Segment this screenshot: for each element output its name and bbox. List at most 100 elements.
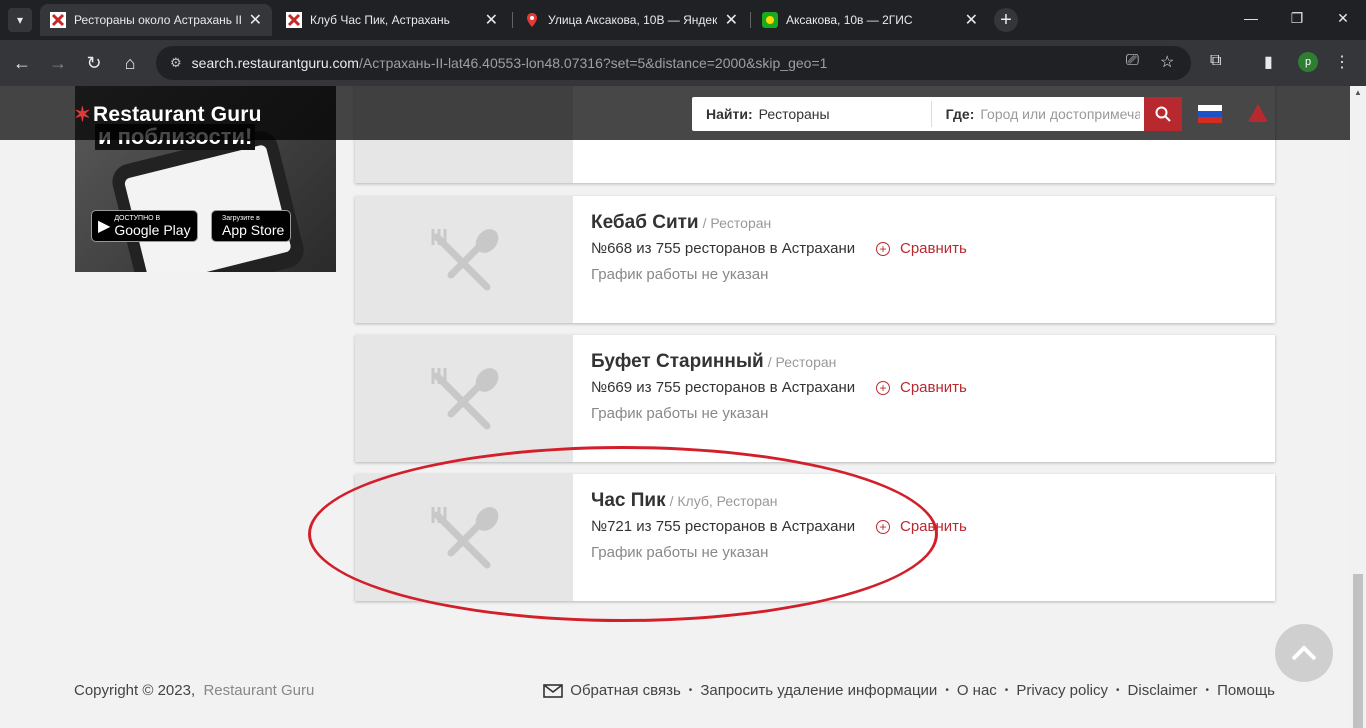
tab-search-button[interactable]: ▾: [8, 8, 32, 32]
app-store-button[interactable]: Загрузите в App Store: [211, 210, 292, 242]
restaurant-type: / Клуб, Ресторан: [669, 493, 778, 509]
copyright: Copyright © 2023, Restaurant Guru: [74, 682, 314, 699]
restaurant-name[interactable]: Буфет Старинный: [591, 351, 764, 372]
restaurant-info: Час Пик / Клуб, Ресторан №721 из 755 рест…: [591, 490, 855, 561]
home-icon[interactable]: ⌂: [120, 53, 140, 73]
restaurant-hours: График работы не указан: [591, 266, 769, 283]
restaurant-rank: №669 из 755 ресторанов в Астрахани: [591, 379, 856, 396]
close-icon[interactable]: ✕: [249, 10, 262, 30]
where-input[interactable]: Город или достопримечательность: [980, 97, 1140, 131]
search-button[interactable]: [1144, 97, 1182, 131]
restaurant-rank: №668 из 755 ресторанов в Астрахани: [591, 240, 856, 257]
apple-big-text: App Store: [222, 221, 285, 238]
extensions-icon[interactable]: ⧉: [1210, 52, 1221, 70]
compare-button[interactable]: + Сравнить: [876, 518, 967, 535]
logo-text: Restaurant Guru: [92, 102, 262, 126]
restaurant-type: / Ресторан: [767, 354, 837, 370]
plus-circle-icon: +: [876, 241, 890, 256]
logo-star-icon: ✶: [74, 104, 91, 126]
tab-restaurants[interactable]: Рестораны около Астрахань II ✕: [40, 4, 272, 36]
reload-icon[interactable]: ↻: [84, 53, 104, 73]
page-scrollbar[interactable]: ▲: [1350, 86, 1366, 728]
restaurant-guru-favicon-icon: [50, 12, 66, 28]
close-icon[interactable]: ✕: [725, 10, 738, 30]
compare-button[interactable]: + Сравнить: [876, 240, 967, 257]
where-label: Где:: [945, 106, 975, 122]
site-logo[interactable]: ✶ Restaurant Guru: [74, 102, 262, 127]
tab-title: Клуб Час Пик, Астрахань: [310, 13, 450, 27]
bookmark-star-icon[interactable]: ☆: [1160, 52, 1174, 72]
close-icon[interactable]: ✕: [965, 10, 978, 30]
google-big-text: Google Play: [114, 221, 191, 238]
compare-label: Сравнить: [900, 240, 967, 257]
site-info-icon[interactable]: ⚙: [170, 55, 182, 71]
restaurant-card[interactable]: Кебаб Сити / Ресторан №668 из 755 рестора…: [355, 196, 1275, 323]
minimize-button[interactable]: —: [1228, 10, 1274, 26]
find-input[interactable]: Рестораны: [759, 97, 931, 131]
language-flag-icon[interactable]: [1198, 105, 1222, 123]
close-icon[interactable]: ✕: [485, 10, 498, 30]
new-tab-button[interactable]: +: [994, 8, 1018, 32]
chevron-up-icon: [1291, 645, 1317, 661]
page-viewport: и поблизости! ▶ ДОСТУПНО ВGoogle Play За…: [0, 86, 1366, 728]
browser-toolbar: ← → ↻ ⌂ ⚙ search.restaurantguru.com/Астр…: [0, 40, 1366, 86]
tab-title: Улица Аксакова, 10В — Яндекс: [548, 13, 717, 27]
tab-2gis[interactable]: Аксакова, 10в — 2ГИС ✕: [752, 4, 988, 36]
map-pin-icon: [527, 13, 537, 27]
restaurant-image-placeholder: [355, 335, 573, 462]
tab-separator: [512, 12, 513, 28]
tab-separator: [750, 12, 751, 28]
browser-chrome: ▾ Рестораны около Астрахань II ✕ Клуб Ча…: [0, 0, 1366, 86]
scrollbar-thumb[interactable]: [1353, 574, 1363, 728]
help-link[interactable]: Помощь: [1217, 682, 1275, 699]
restaurant-info: Буфет Старинный / Ресторан №669 из 755 ре…: [591, 351, 855, 422]
search-icon: [1155, 106, 1171, 122]
search-form: Найти: Рестораны Где: Город или достопри…: [692, 97, 1182, 131]
sidebar-icon[interactable]: ▮: [1264, 52, 1273, 72]
forward-icon[interactable]: →: [48, 53, 68, 73]
fork-knife-icon: [431, 367, 499, 429]
scroll-to-top-button[interactable]: [1275, 624, 1333, 682]
site-footer: Copyright © 2023, Restaurant Guru Обратн…: [0, 680, 1350, 704]
restaurant-name[interactable]: Кебаб Сити: [591, 212, 699, 233]
2gis-favicon-icon: [762, 12, 778, 28]
restaurant-guru-favicon-icon: [286, 12, 302, 28]
about-link[interactable]: О нас: [957, 682, 997, 699]
restore-button[interactable]: ❐: [1274, 10, 1320, 27]
fork-knife-icon: [431, 506, 499, 568]
restaurant-info: Кебаб Сити / Ресторан №668 из 755 рестора…: [591, 212, 855, 283]
restaurant-hours: График работы не указан: [591, 544, 769, 561]
fork-knife-icon: [431, 228, 499, 290]
tab-club[interactable]: Клуб Час Пик, Астрахань ✕: [276, 4, 508, 36]
tab-title: Аксакова, 10в — 2ГИС: [786, 13, 913, 27]
restaurant-image-placeholder: [355, 474, 573, 601]
tab-yandex[interactable]: Улица Аксакова, 10В — Яндекс ✕: [514, 4, 748, 36]
compare-label: Сравнить: [900, 518, 967, 535]
restaurant-card[interactable]: Час Пик / Клуб, Ресторан №721 из 755 рест…: [355, 474, 1275, 601]
restaurant-type: / Ресторан: [702, 215, 772, 231]
disclaimer-link[interactable]: Disclaimer: [1128, 682, 1198, 699]
compare-button[interactable]: + Сравнить: [876, 379, 967, 396]
restaurant-hours: График работы не указан: [591, 405, 769, 422]
install-app-icon[interactable]: ⎚: [1126, 52, 1139, 70]
close-window-button[interactable]: ✕: [1320, 10, 1366, 27]
google-play-button[interactable]: ▶ ДОСТУПНО В Google Play: [91, 210, 198, 242]
back-icon[interactable]: ←: [12, 53, 32, 73]
restaurant-name[interactable]: Час Пик: [591, 490, 666, 511]
address-bar[interactable]: ⚙ search.restaurantguru.com/Астрахань-II…: [156, 46, 1191, 80]
url-path: /Астрахань-II-lat46.40553-lon48.07316?se…: [358, 55, 828, 71]
menu-icon[interactable]: ⋮: [1334, 52, 1350, 72]
remove-info-link[interactable]: Запросить удаление информации: [700, 682, 937, 699]
privacy-link[interactable]: Privacy policy: [1016, 682, 1108, 699]
url-host: search.restaurantguru.com: [191, 55, 359, 71]
restaurant-card[interactable]: Буфет Старинный / Ресторан №669 из 755 ре…: [355, 335, 1275, 462]
footer-brand-link[interactable]: Restaurant Guru: [203, 682, 314, 699]
tab-title: Рестораны около Астрахань II: [74, 13, 241, 27]
scroll-up-arrow-icon[interactable]: ▲: [1354, 88, 1362, 97]
play-icon: ▶: [98, 218, 111, 235]
feedback-link[interactable]: Обратная связь: [570, 682, 681, 699]
profile-avatar[interactable]: p: [1298, 52, 1318, 72]
location-icon[interactable]: [1248, 104, 1268, 122]
restaurant-image-placeholder: [355, 196, 573, 323]
compare-label: Сравнить: [900, 379, 967, 396]
